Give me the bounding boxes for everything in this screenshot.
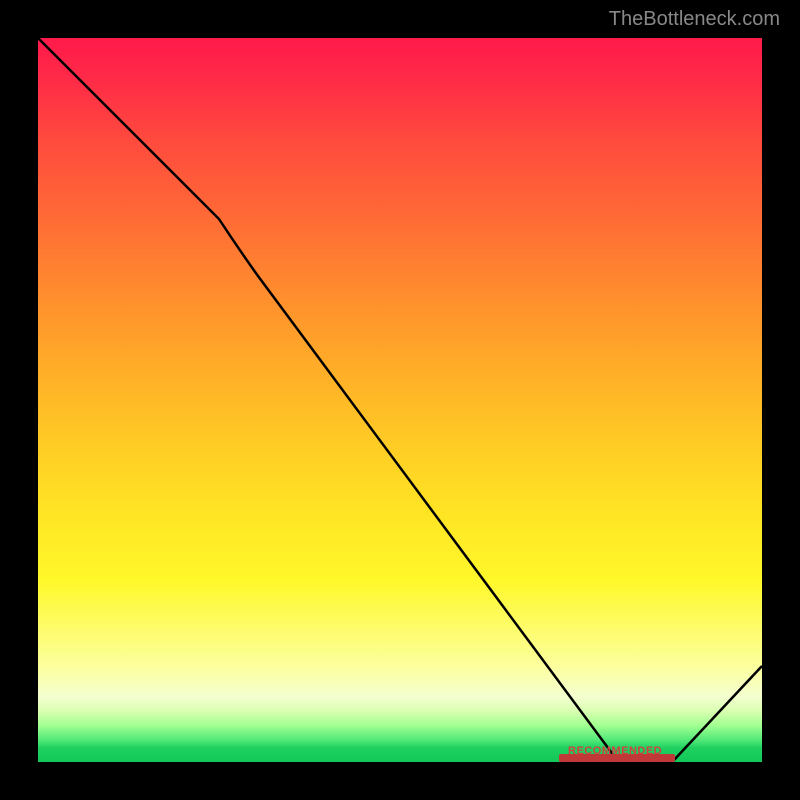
bottleneck-curve-path [38, 38, 762, 760]
chart-line-svg [38, 38, 762, 762]
recommended-label: RECOMMENDED [568, 745, 662, 757]
chart-plot-area: RECOMMENDED [38, 38, 762, 762]
attribution-text: TheBottleneck.com [609, 8, 780, 31]
